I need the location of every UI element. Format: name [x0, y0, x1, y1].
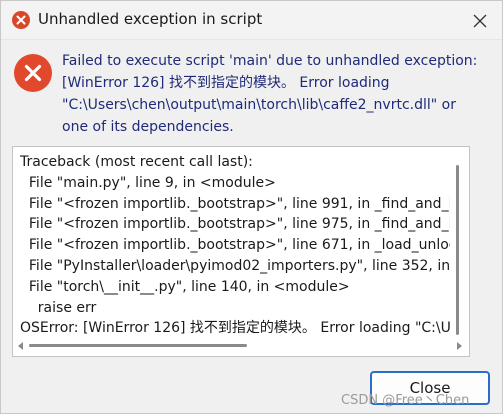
dialog-content: Failed to execute script 'main' due to u…: [1, 40, 502, 413]
horizontal-scroll-thumb[interactable]: [29, 344, 247, 347]
error-icon: [12, 11, 30, 29]
traceback-line: File "main.py", line 9, in <module>: [20, 174, 276, 191]
traceback-line: File "PyInstaller\loader\pyimod02_import…: [28, 257, 450, 274]
traceback-box[interactable]: Traceback (most recent call last): File …: [12, 146, 470, 357]
scroll-left-arrow-icon[interactable]: [18, 342, 23, 350]
traceback-line: File "<frozen importlib._bootstrap>", li…: [20, 237, 450, 254]
window-title: Unhandled exception in script: [38, 10, 263, 28]
traceback-line: File "torch\__init__.py", line 140, in <…: [20, 278, 350, 295]
message-line: one of its dependencies.: [62, 119, 234, 135]
horizontal-scrollbar[interactable]: [16, 340, 464, 352]
message-line: [WinError 126] 找不到指定的模块。 Error loading: [62, 75, 390, 91]
close-icon[interactable]: [465, 9, 495, 33]
message-line: "C:\Users\chen\output\main\torch\lib\caf…: [62, 97, 456, 113]
error-message: Failed to execute script 'main' due to u…: [62, 50, 502, 138]
traceback-line: raise err: [20, 299, 97, 316]
traceback-line: File "<frozen importlib._bootstrap>", li…: [28, 216, 450, 233]
watermark: CSDN @Free丶Chen: [341, 393, 470, 408]
title-bar[interactable]: Unhandled exception in script: [1, 1, 502, 40]
traceback-line: Traceback (most recent call last):: [20, 154, 253, 170]
error-dialog: Unhandled exception in script Failed to …: [0, 0, 503, 414]
scroll-right-arrow-icon[interactable]: [457, 342, 462, 350]
traceback-text[interactable]: Traceback (most recent call last): File …: [20, 152, 450, 338]
traceback-line: File "<frozen importlib._bootstrap>", li…: [20, 195, 450, 212]
traceback-line: OSError: [WinError 126] 找不到指定的模块。 Error …: [20, 320, 450, 337]
error-icon: [14, 54, 52, 92]
message-line: Failed to execute script 'main' due to u…: [62, 53, 478, 69]
vertical-scrollbar[interactable]: [454, 165, 462, 335]
vertical-scroll-thumb[interactable]: [456, 165, 459, 335]
